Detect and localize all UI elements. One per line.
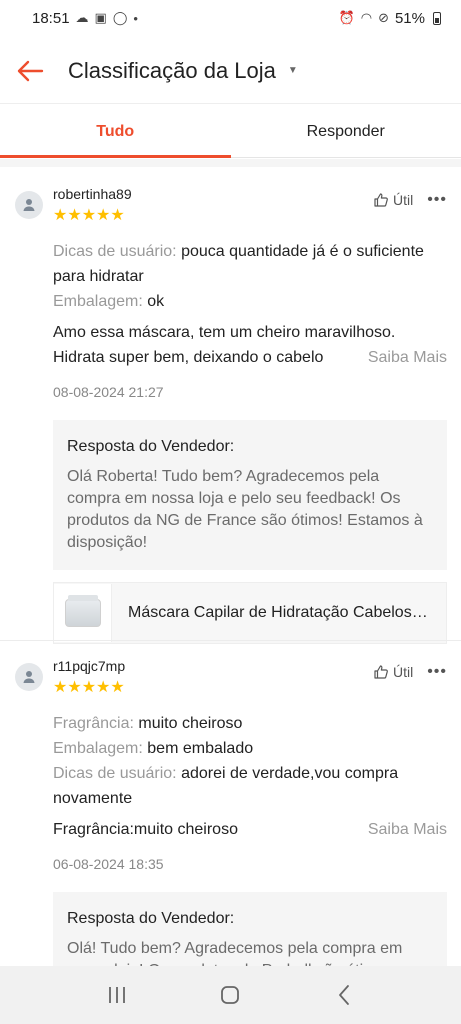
wifi-icon: ◠ (360, 10, 373, 25)
attribute-label: Fragrância: (53, 715, 134, 732)
image-icon: ▣ (94, 10, 107, 25)
product-thumbnail (54, 584, 112, 642)
comment-line: Hidrata super bem, deixando o cabelo (53, 349, 324, 366)
section-divider (0, 159, 461, 167)
review-item: robertinha89 ★★★★★ Útil ••• Dicas de usu… (0, 186, 461, 644)
comment-line: Fragrância:muito cheiroso (53, 821, 238, 838)
back-icon[interactable] (324, 975, 364, 1015)
tab-responder[interactable]: Responder (231, 106, 461, 157)
helpful-button[interactable]: Útil (373, 664, 413, 680)
attribute-label: Embalagem: (53, 293, 143, 310)
battery-icon (433, 11, 441, 25)
read-more-link[interactable]: Saiba Mais (368, 345, 447, 370)
helpful-label: Útil (392, 664, 414, 680)
review-body: Dicas de usuário: pouca quantidade já é … (53, 239, 447, 370)
attribute-value: ok (142, 293, 165, 310)
product-card[interactable]: Máscara Capilar de Hidratação Cabelos Da… (53, 582, 447, 644)
status-time: 18:51 (32, 9, 70, 27)
review-attribute: Dicas de usuário: pouca quantidade já é … (53, 239, 447, 289)
more-options-icon[interactable]: ••• (427, 663, 447, 681)
recent-apps-icon[interactable] (97, 975, 137, 1015)
tab-tudo[interactable]: Tudo (0, 106, 231, 158)
seller-reply: Resposta do Vendedor: Olá Roberta! Tudo … (53, 420, 447, 570)
review-username: robertinha89 (53, 186, 132, 202)
user-icon (23, 671, 35, 683)
helpful-button[interactable]: Útil (373, 192, 413, 208)
alarm-icon: ⏰ (338, 10, 355, 25)
thumbs-up-icon (374, 193, 388, 207)
helpful-label: Útil (392, 192, 414, 208)
tab-bar: Tudo Responder (0, 106, 461, 158)
review-attribute: Dicas de usuário: adorei de verdade,vou … (53, 761, 447, 811)
review-divider (0, 640, 461, 641)
product-name: Máscara Capilar de Hidratação Cabelos Da… (128, 604, 446, 621)
battery-percent: 51% (394, 9, 425, 27)
status-bar: 18:51 ☁ ▣ ◯ • ⏰ ◠ ⊘ 51% (0, 0, 461, 36)
review-header: robertinha89 ★★★★★ Útil ••• (15, 186, 447, 225)
more-options-icon[interactable]: ••• (427, 191, 447, 209)
review-comment: Amo essa máscara, tem um cheiro maravilh… (53, 320, 447, 370)
review-username: r11pqjc7mp (53, 658, 126, 674)
review-attribute: Embalagem: bem embalado (53, 736, 447, 761)
status-left: 18:51 ☁ ▣ ◯ • (32, 10, 138, 27)
star-rating: ★★★★★ (53, 207, 125, 224)
review-date: 08-08-2024 21:27 (53, 384, 164, 400)
comment-row: Fragrância:muito cheiroso Saiba Mais (53, 817, 447, 842)
seller-reply-title: Resposta do Vendedor: (67, 438, 235, 455)
comment-row: Hidrata super bem, deixando o cabelo Sai… (53, 345, 447, 370)
whatsapp-icon: ◯ (112, 10, 128, 25)
system-nav-bar (0, 966, 461, 1024)
review-attribute: Embalagem: ok (53, 289, 447, 314)
product-jar-image (64, 595, 101, 627)
avatar[interactable] (15, 663, 43, 691)
review-date: 06-08-2024 18:35 (53, 856, 164, 872)
review-header: r11pqjc7mp ★★★★★ Útil ••• (15, 658, 447, 697)
review-comment: Fragrância:muito cheiroso Saiba Mais (53, 817, 447, 842)
home-icon[interactable] (210, 975, 250, 1015)
star-rating: ★★★★★ (53, 679, 125, 696)
seller-reply-text: Olá Roberta! Tudo bem? Agradecemos pela … (67, 468, 423, 551)
attribute-value: bem embalado (142, 740, 254, 757)
attribute-label: Embalagem: (53, 740, 143, 757)
cloud-icon: ☁ (75, 10, 89, 25)
attribute-label: Dicas de usuário: (53, 243, 177, 260)
page-title: Classificação da Loja (68, 57, 276, 83)
review-body: Fragrância: muito cheiroso Embalagem: be… (53, 711, 447, 842)
caret-down-icon[interactable]: ▼ (288, 65, 298, 76)
read-more-link[interactable]: Saiba Mais (368, 817, 447, 842)
avatar[interactable] (15, 191, 43, 219)
review-attribute: Fragrância: muito cheiroso (53, 711, 447, 736)
attribute-label: Dicas de usuário: (53, 765, 177, 782)
comment-line: Amo essa máscara, tem um cheiro maravilh… (53, 324, 396, 341)
attribute-value: muito cheiroso (133, 715, 243, 732)
user-block: robertinha89 ★★★★★ (53, 186, 373, 225)
thumbs-up-icon (374, 665, 388, 679)
arrow-left-icon[interactable] (14, 55, 46, 87)
status-right: ⏰ ◠ ⊘ 51% (339, 10, 441, 27)
do-not-disturb-icon: ⊘ (378, 10, 389, 25)
dot-icon: • (133, 10, 138, 26)
user-icon (23, 199, 35, 211)
app-header: Classificação da Loja ▼ (0, 38, 461, 104)
seller-reply-title: Resposta do Vendedor: (67, 910, 235, 927)
user-block: r11pqjc7mp ★★★★★ (53, 658, 373, 697)
review-item: r11pqjc7mp ★★★★★ Útil ••• Fragrância: mu… (0, 658, 461, 998)
